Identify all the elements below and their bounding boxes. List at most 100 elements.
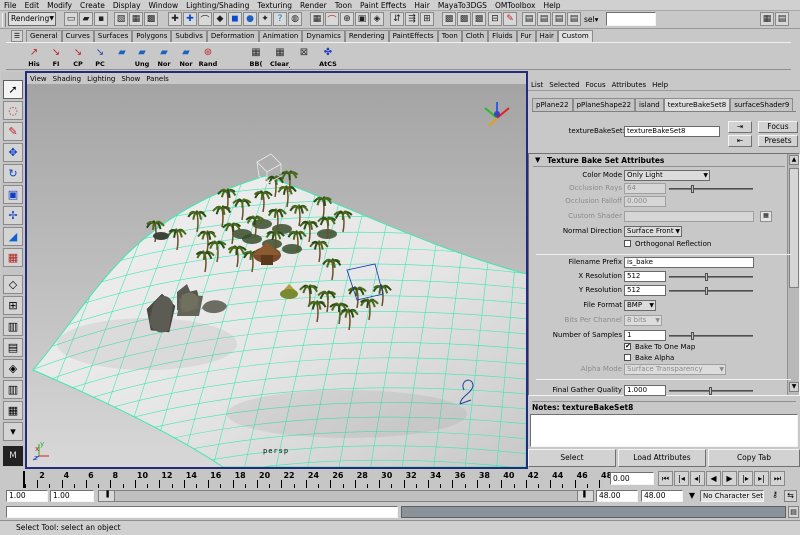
attr-tab-texturebakeset8[interactable]: textureBakeSet8 [663, 98, 731, 111]
select-object-icon[interactable]: ▦ [129, 12, 143, 26]
hypershade-persp-layout-icon[interactable]: ◈ [3, 359, 23, 378]
render-settings-icon[interactable]: ▩ [472, 12, 486, 26]
shelf-tab-animation[interactable]: Animation [258, 30, 303, 42]
bits-per-channel-dropdown[interactable]: 8 bits ▼ [624, 315, 662, 326]
bake-to-one-map-checkbox[interactable]: ✔ [624, 343, 631, 350]
menu-hair[interactable]: Hair [410, 1, 433, 10]
chevron-down-icon[interactable]: ▼ [686, 490, 698, 502]
attr-tab-island[interactable]: island [635, 98, 664, 111]
step-forward-key-icon[interactable]: |▸ [738, 471, 753, 486]
section-collapse-icon[interactable]: ▼ [535, 156, 540, 164]
render-mask-icon[interactable]: ✦ [258, 12, 272, 26]
section-header[interactable]: ▼ Texture Bake Set Attributes [533, 156, 785, 167]
menu-set-dropdown[interactable]: Rendering ▼ [8, 12, 56, 26]
viewport-menu-panels[interactable]: Panels [143, 75, 172, 83]
curve-mask-icon[interactable]: ⌒ [198, 12, 212, 26]
custom-layout-icon[interactable]: ▾ [3, 422, 23, 441]
last-tool-icon[interactable]: ▦ [3, 248, 23, 267]
shelf-button-nor[interactable]: ▰ Nor [176, 46, 196, 68]
notes-field[interactable] [530, 414, 798, 447]
persp-graph-hyper-layout-icon[interactable]: ▥ [3, 380, 23, 399]
y-resolution-field[interactable]: 512 [624, 285, 666, 296]
range-bar[interactable]: ▐ ▌ [98, 490, 594, 502]
playback-start-field[interactable]: 1.00 [50, 490, 94, 502]
open-scene-icon[interactable]: ▰ [79, 12, 93, 26]
step-forward-icon[interactable]: ▸| [754, 471, 769, 486]
shelf-tab-deformation[interactable]: Deformation [206, 30, 259, 42]
deform-mask-icon[interactable]: ◼ [228, 12, 242, 26]
slider-thumb[interactable] [690, 185, 694, 193]
perspective-viewport[interactable]: View Shading Lighting Show Panels y x z … [25, 71, 528, 469]
viewport-scene[interactable]: y x z [27, 84, 526, 467]
map-button-icon[interactable]: ▦ [760, 211, 772, 222]
attr-menu-selected[interactable]: Selected [546, 81, 582, 89]
shelf-tab-subdivs[interactable]: Subdivs [171, 30, 207, 42]
filename-prefix-field[interactable]: is_bake [624, 257, 754, 268]
persp-outliner-layout-icon[interactable]: ▥ [3, 317, 23, 336]
copy-tab-button[interactable]: Copy Tab [708, 449, 800, 467]
shelf-button-his[interactable]: ↗ His [24, 46, 44, 68]
shelf-button-clear-ext-m[interactable]: ▦ Clear_Ext_M [270, 46, 290, 68]
render-view-icon[interactable]: ✎ [503, 12, 517, 26]
construction-history-icon[interactable]: ⊞ [420, 12, 434, 26]
menu-paint-effects[interactable]: Paint Effects [356, 1, 410, 10]
lock-icon[interactable]: ◍ [288, 12, 302, 26]
playback-end-field[interactable]: 48.00 [596, 490, 638, 502]
shelf-button-atcs[interactable]: ✤ AtCS [318, 46, 338, 68]
channel-box-icon[interactable]: ▦ [760, 12, 774, 26]
outputs-icon[interactable]: ⇶ [405, 12, 419, 26]
shelf-button-nor[interactable]: ▰ Nor [154, 46, 174, 68]
attr-tab-surfaceshader9[interactable]: surfaceShader9 [730, 98, 794, 111]
step-back-key-icon[interactable]: ◂| [690, 471, 705, 486]
slider-thumb[interactable] [709, 387, 712, 395]
soft-mod-tool-icon[interactable]: ◢ [3, 227, 23, 246]
file-format-dropdown[interactable]: BMP ▼ [624, 300, 656, 311]
snap-view-plane-icon[interactable]: ▣ [355, 12, 369, 26]
shelf-tab-toon[interactable]: Toon [437, 30, 462, 42]
menu-create[interactable]: Create [76, 1, 109, 10]
range-bar-handle-start[interactable]: ▐ [99, 491, 115, 501]
render-frame-icon[interactable]: ▩ [442, 12, 456, 26]
final-gather-quality-field[interactable]: 1.000 [624, 385, 666, 396]
snap-grid-icon[interactable]: ▦ [310, 12, 324, 26]
current-time-field[interactable]: 0.00 [610, 472, 654, 485]
command-input[interactable] [6, 506, 398, 518]
clapboard-ipr-icon[interactable]: ▤ [537, 12, 551, 26]
shelf-button-tool-4[interactable]: ▰ [112, 46, 132, 68]
key-icon[interactable]: ⚷ [768, 490, 782, 502]
shelf-tab-general[interactable]: General [26, 30, 62, 42]
shelf-tab-fur[interactable]: Fur [516, 30, 536, 42]
focus-button[interactable]: Focus [758, 121, 798, 133]
clapboard-render-icon[interactable]: ▤ [522, 12, 536, 26]
time-ruler[interactable]: 2 4 6 8 10 12 14 16 18 20 22 24 26 28 30 32 34 36 38 40 42 44… [24, 470, 612, 488]
menu-display[interactable]: Display [109, 1, 145, 10]
ipr-render-icon[interactable]: ▩ [457, 12, 471, 26]
viewport-menu-lighting[interactable]: Lighting [84, 75, 118, 83]
shelf-tab-hair[interactable]: Hair [535, 30, 558, 42]
custom-shader-field[interactable] [624, 211, 754, 222]
menu-window[interactable]: Window [145, 1, 183, 10]
scroll-up-icon[interactable]: ▲ [789, 155, 799, 165]
inputs-icon[interactable]: ⇵ [390, 12, 404, 26]
menu-render[interactable]: Render [296, 1, 331, 10]
attribute-editor-toggle-icon[interactable]: ▤ [775, 12, 789, 26]
number-of-samples-slider[interactable] [669, 332, 753, 340]
go-to-end-icon[interactable]: ⏭ [770, 471, 785, 486]
node-name-field[interactable]: textureBakeSet8 [624, 126, 720, 137]
play-forward-icon[interactable]: ▶ [722, 471, 737, 486]
selection-mode-label[interactable]: sel▾ [584, 15, 598, 24]
character-set-field[interactable]: No Character Set [700, 490, 764, 502]
shelf-button-fi[interactable]: ↘ FI [46, 46, 66, 68]
orthogonal-reflection-checkbox[interactable] [624, 240, 631, 247]
select-tool-icon[interactable]: ➚ [3, 80, 23, 99]
clapboard-batch-icon[interactable]: ▤ [567, 12, 581, 26]
save-scene-icon[interactable]: ▪ [94, 12, 108, 26]
load-attributes-button[interactable]: Load Attributes [618, 449, 706, 467]
menu-help[interactable]: Help [539, 1, 564, 10]
number-of-samples-field[interactable]: 1 [624, 330, 666, 341]
color-mode-dropdown[interactable]: Only Light ▼ [624, 170, 710, 181]
misc-mask-icon[interactable]: ? [273, 12, 287, 26]
shelf-menu-icon[interactable]: ☰ [11, 30, 23, 42]
shelf-tab-custom[interactable]: Custom [557, 30, 593, 42]
normal-direction-dropdown[interactable]: Surface Front ▼ [624, 226, 682, 237]
